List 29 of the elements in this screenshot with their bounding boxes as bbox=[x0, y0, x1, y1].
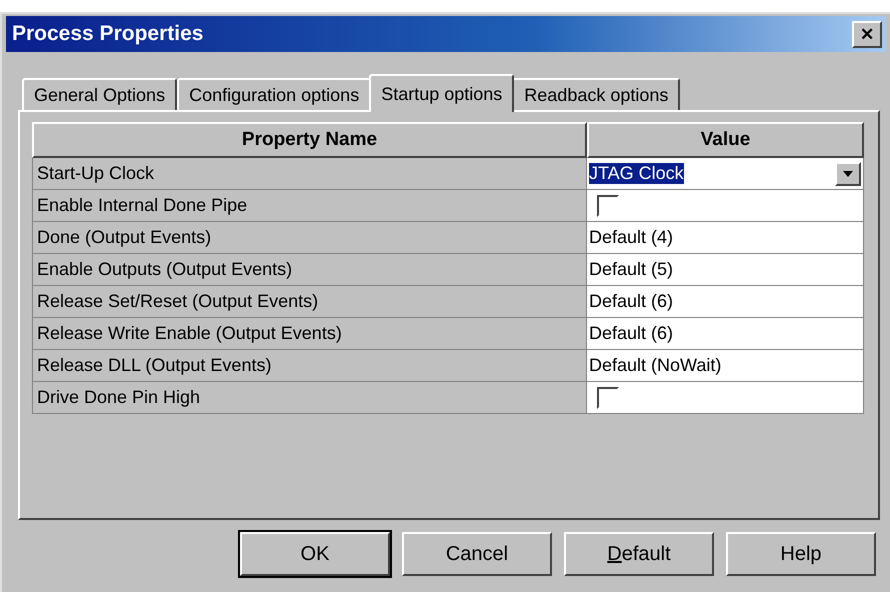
dialog-button[interactable]: OK bbox=[240, 532, 390, 576]
tab[interactable]: Readback options bbox=[512, 78, 680, 110]
dialog-button[interactable]: Default bbox=[564, 532, 714, 576]
window-title: Process Properties bbox=[12, 22, 204, 46]
table-cell: Default (NoWait) bbox=[589, 355, 722, 376]
table-cell: Default (6) bbox=[589, 291, 674, 312]
close-button[interactable]: ✕ bbox=[852, 20, 882, 48]
table-cell: Release Set/Reset (Output Events) bbox=[32, 286, 587, 318]
tab[interactable]: Startup options bbox=[369, 74, 514, 112]
table-cell: Release DLL (Output Events) bbox=[32, 350, 587, 382]
column-header[interactable]: Value bbox=[587, 122, 864, 158]
tab[interactable]: Configuration options bbox=[177, 78, 372, 110]
table-cell: Enable Outputs (Output Events) bbox=[32, 254, 587, 286]
table-cell: Start-Up Clock bbox=[32, 158, 587, 190]
table-cell: Release Write Enable (Output Events) bbox=[32, 318, 587, 350]
dropdown-value: JTAG Clock bbox=[589, 163, 684, 184]
dialog-button[interactable]: Help bbox=[726, 532, 876, 576]
caret-icon bbox=[843, 170, 853, 176]
table-cell: Drive Done Pin High bbox=[32, 382, 587, 414]
table-cell: Enable Internal Done Pipe bbox=[32, 190, 587, 222]
dropdown-button[interactable] bbox=[835, 162, 861, 186]
dropdown-field[interactable]: JTAG Clock bbox=[587, 158, 864, 190]
column-header[interactable]: Property Name bbox=[32, 122, 587, 158]
dialog-button[interactable]: Cancel bbox=[402, 532, 552, 576]
table-cell: Default (4) bbox=[589, 227, 674, 248]
tab[interactable]: General Options bbox=[22, 78, 178, 110]
table-cell: Default (5) bbox=[589, 259, 674, 280]
table-cell: Done (Output Events) bbox=[32, 222, 587, 254]
table-cell: Default (6) bbox=[589, 323, 674, 344]
